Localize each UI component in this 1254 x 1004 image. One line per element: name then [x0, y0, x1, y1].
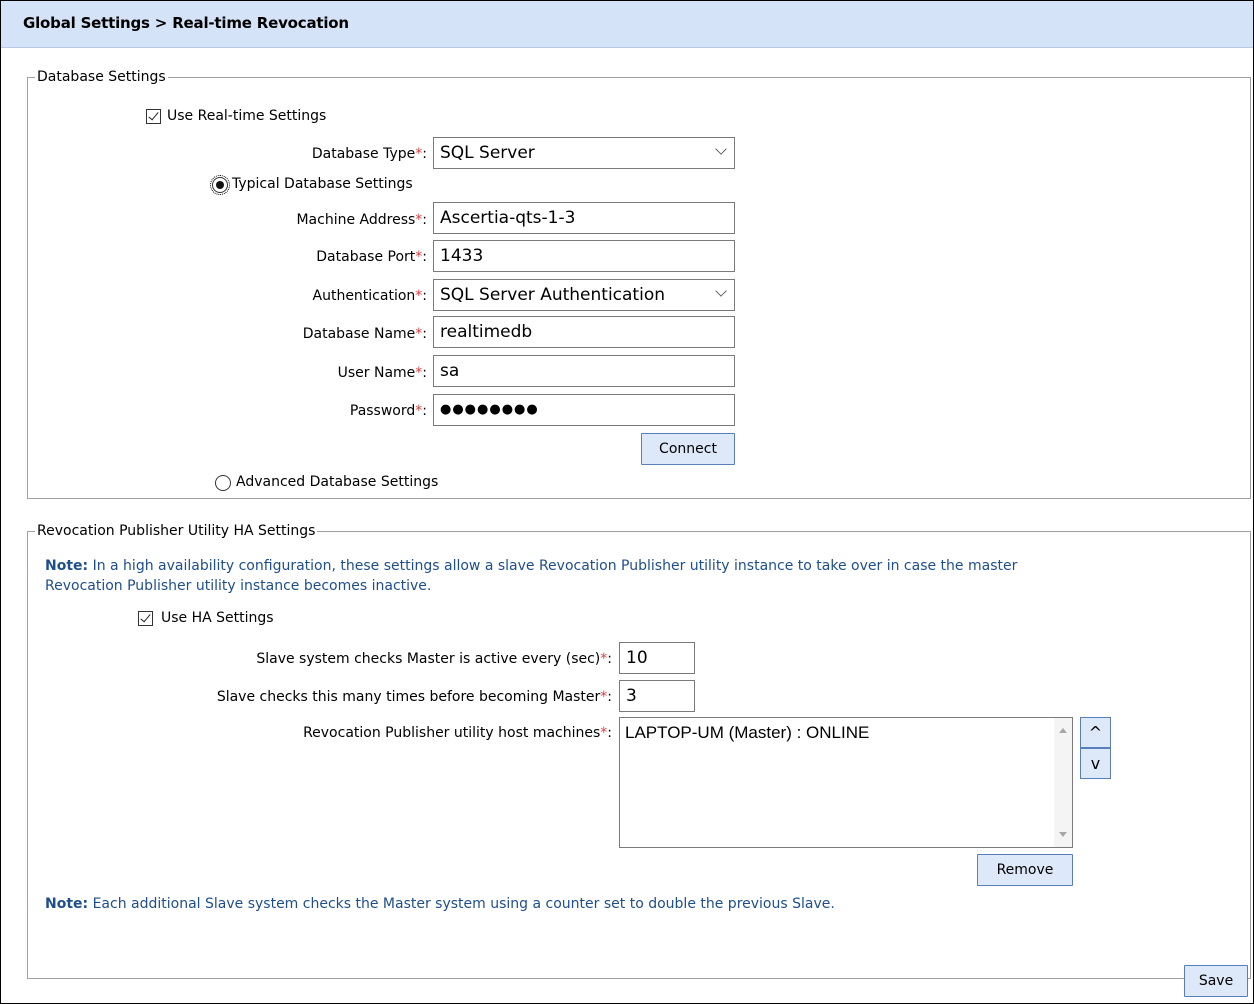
scroll-up-icon [1059, 728, 1067, 733]
ha-footer-note: Note: Each additional Slave system check… [45, 896, 835, 912]
listbox-scrollbar[interactable] [1054, 718, 1072, 847]
typical-settings-label: Typical Database Settings [232, 176, 413, 192]
connect-button[interactable]: Connect [641, 433, 735, 465]
remove-button[interactable]: Remove [977, 854, 1073, 886]
ha-settings-legend: Revocation Publisher Utility HA Settings [37, 523, 316, 539]
authentication-select[interactable]: SQL Server Authentication [433, 279, 735, 311]
use-ha-label: Use HA Settings [161, 610, 274, 626]
scroll-down-icon [1059, 832, 1067, 837]
ha-note: Note: In a high availability configurati… [45, 558, 1018, 594]
check-count-label: Slave checks this many times before beco… [216, 689, 612, 705]
advanced-settings-label: Advanced Database Settings [236, 474, 439, 490]
password-label: Password*: [349, 403, 427, 419]
machine-address-label: Machine Address*: [296, 212, 427, 228]
typical-settings-radio[interactable] [210, 175, 230, 195]
check-interval-label: Slave system checks Master is active eve… [256, 651, 612, 667]
password-field[interactable]: ●●●●●●●● [433, 394, 735, 426]
advanced-settings-radio[interactable] [215, 475, 231, 491]
database-name-field[interactable]: realtimedb [433, 316, 735, 348]
database-name-label: Database Name*: [302, 326, 427, 342]
use-ha-checkbox[interactable] [138, 611, 153, 626]
database-type-select[interactable]: SQL Server [433, 137, 735, 169]
database-type-label: Database Type*: [311, 146, 427, 162]
authentication-label: Authentication*: [312, 288, 428, 304]
move-down-button[interactable]: v [1080, 748, 1111, 779]
host-machines-listbox[interactable]: LAPTOP-UM (Master) : ONLINE [619, 717, 1073, 848]
move-up-button[interactable]: ^ [1080, 717, 1111, 748]
user-name-field[interactable]: sa [433, 355, 735, 387]
host-machines-label: Revocation Publisher utility host machin… [303, 725, 612, 741]
check-interval-field[interactable]: 10 [619, 642, 695, 674]
title-bar: Global Settings > Real-time Revocation [1, 1, 1253, 48]
machine-address-field[interactable]: Ascertia-qts-1-3 [433, 202, 735, 234]
check-count-field[interactable]: 3 [619, 680, 695, 712]
page-frame: Global Settings > Real-time Revocation D… [0, 0, 1254, 1004]
use-realtime-checkbox[interactable] [146, 109, 161, 124]
list-item[interactable]: LAPTOP-UM (Master) : ONLINE [625, 723, 869, 743]
chevron-down-icon [715, 143, 727, 155]
page-title: Global Settings > Real-time Revocation [23, 14, 349, 32]
use-realtime-label: Use Real-time Settings [167, 108, 327, 124]
database-port-field[interactable]: 1433 [433, 240, 735, 272]
save-button[interactable]: Save [1184, 965, 1248, 997]
database-port-label: Database Port*: [316, 249, 427, 265]
database-settings-legend: Database Settings [37, 69, 166, 85]
chevron-down-icon [715, 285, 727, 297]
user-name-label: User Name*: [337, 365, 427, 381]
